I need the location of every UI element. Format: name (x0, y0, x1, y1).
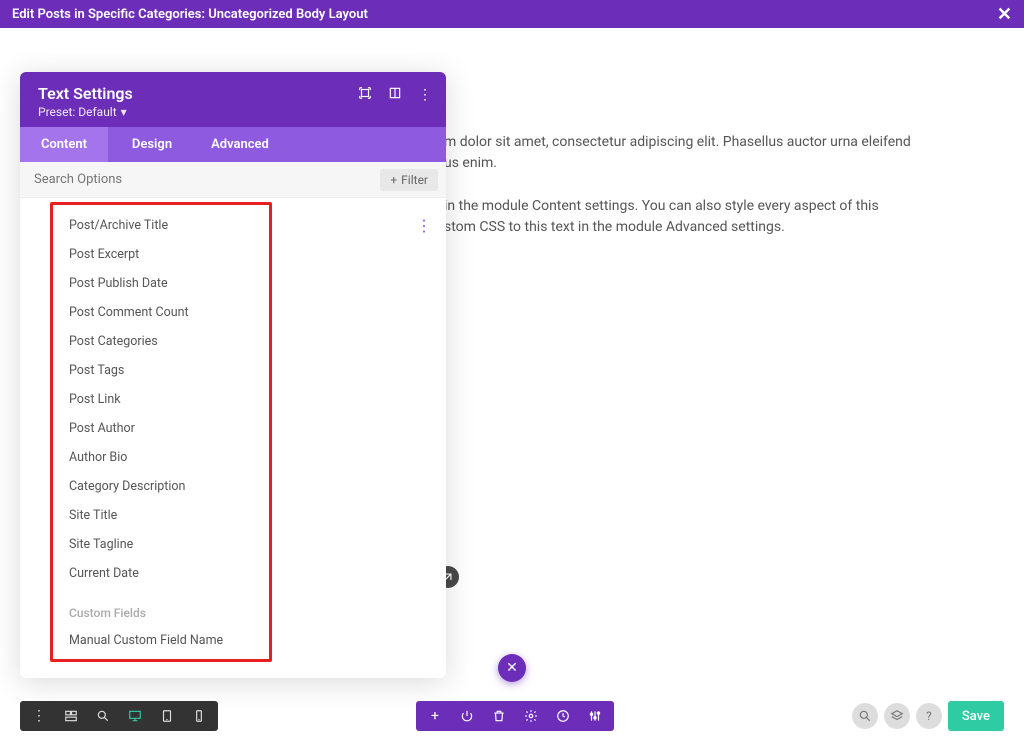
close-icon[interactable]: ✕ (997, 4, 1012, 25)
tab-advanced[interactable]: Advanced (196, 127, 284, 162)
dropdown-item[interactable]: Post Tags (53, 356, 269, 385)
zoom-icon[interactable] (88, 703, 118, 729)
more-icon[interactable]: ⋮ (418, 87, 432, 103)
preset-dropdown[interactable]: Preset: Default ▾ (38, 105, 428, 119)
body-line: m dolor sit amet, consectetur adipiscing… (444, 134, 911, 150)
layers-icon[interactable] (884, 703, 910, 729)
sliders-icon[interactable] (580, 703, 610, 729)
gear-icon[interactable] (516, 703, 546, 729)
filter-label: Filter (401, 173, 428, 187)
dropdown-item[interactable]: Post Author (53, 414, 269, 443)
tab-design[interactable]: Design (108, 127, 196, 162)
filter-button[interactable]: + Filter (380, 169, 438, 191)
body-line: in the module Content settings. You can … (444, 198, 879, 214)
panel-header[interactable]: Text Settings Preset: Default ▾ ⋮ (20, 72, 446, 127)
chevron-down-icon: ▾ (121, 105, 127, 119)
expand-icon[interactable] (358, 86, 372, 104)
right-buttons: ? Save (852, 701, 1004, 731)
bottom-toolbar-row: ⋮ + (0, 701, 1024, 731)
history-icon[interactable] (548, 703, 578, 729)
page-body-text: m dolor sit amet, consectetur adipiscing… (444, 132, 984, 260)
phone-view-icon[interactable] (184, 703, 214, 729)
panel-body: ⋮ Post/Archive Title Post Excerpt Post P… (20, 198, 446, 678)
wireframe-view-icon[interactable] (56, 703, 86, 729)
body-line: us enim. (444, 155, 497, 171)
dropdown-section-label: Custom Fields (53, 588, 269, 626)
dropdown-item[interactable]: Post Publish Date (53, 269, 269, 298)
dynamic-content-dropdown: Post/Archive Title Post Excerpt Post Pub… (50, 202, 272, 662)
dropdown-item[interactable]: Post Categories (53, 327, 269, 356)
help-icon[interactable]: ? (916, 703, 942, 729)
dropdown-item[interactable]: Post Comment Count (53, 298, 269, 327)
add-icon[interactable]: + (420, 703, 450, 729)
action-bar: + (416, 701, 614, 731)
text-settings-panel: Text Settings Preset: Default ▾ ⋮ Conten… (20, 72, 446, 678)
view-bar: ⋮ (20, 701, 218, 731)
tab-content[interactable]: Content (20, 127, 108, 162)
dropdown-item[interactable]: Category Description (53, 472, 269, 501)
menu-icon[interactable]: ⋮ (24, 703, 54, 729)
dropdown-item[interactable]: Site Title (53, 501, 269, 530)
panel-tabs: Content Design Advanced (20, 127, 446, 162)
page-title: Edit Posts in Specific Categories: Uncat… (12, 7, 368, 22)
search-input[interactable] (20, 162, 372, 197)
dropdown-item[interactable]: Site Tagline (53, 530, 269, 559)
preset-label: Preset: Default (38, 105, 117, 119)
dropdown-item[interactable]: Author Bio (53, 443, 269, 472)
collapse-builder-button[interactable]: ✕ (498, 654, 526, 682)
dropdown-item[interactable]: Manual Custom Field Name (53, 626, 269, 655)
body-line: stom CSS to this text in the module Adva… (444, 219, 785, 235)
search-row: + Filter (20, 162, 446, 198)
dropdown-item[interactable]: Post Excerpt (53, 240, 269, 269)
desktop-view-icon[interactable] (120, 703, 150, 729)
section-more-icon[interactable]: ⋮ (416, 216, 432, 235)
dropdown-item[interactable]: Post/Archive Title (53, 211, 269, 240)
columns-icon[interactable] (388, 86, 402, 104)
dropdown-item[interactable]: Current Date (53, 559, 269, 588)
dropdown-item[interactable]: Post Link (53, 385, 269, 414)
tablet-view-icon[interactable] (152, 703, 182, 729)
top-bar: Edit Posts in Specific Categories: Uncat… (0, 0, 1024, 28)
trash-icon[interactable] (484, 703, 514, 729)
power-icon[interactable] (452, 703, 482, 729)
plus-icon: + (390, 173, 397, 187)
save-button[interactable]: Save (948, 701, 1004, 731)
search-icon[interactable] (852, 703, 878, 729)
